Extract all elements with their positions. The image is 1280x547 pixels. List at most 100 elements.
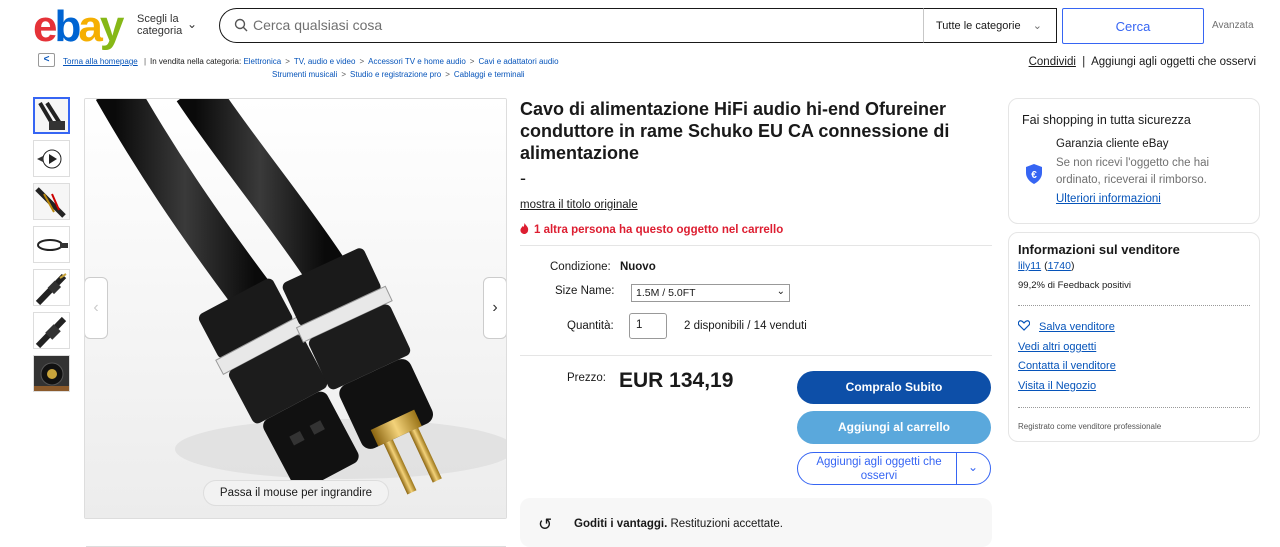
- dotted-divider: [1018, 407, 1250, 408]
- header: ebay Scegli la categoria ⌄ Tutte le cate…: [0, 0, 1280, 52]
- chevron-right-icon: >: [341, 70, 347, 79]
- search-input[interactable]: [253, 14, 893, 36]
- condition-row: Condizione: Nuovo: [550, 261, 656, 273]
- logo-letter: y: [99, 2, 125, 51]
- safety-card-title: Fai shopping in tutta sicurezza: [1022, 113, 1191, 127]
- breadcrumb-line-2: Strumenti musicali > Studio e registrazion…: [272, 68, 525, 81]
- save-seller-row[interactable]: Salva venditore: [1018, 320, 1115, 333]
- button-divider: [956, 453, 957, 484]
- search-category-select[interactable]: Tutte le categorie ⌄: [923, 8, 1057, 43]
- logo-letter: b: [54, 2, 81, 51]
- contact-seller-link[interactable]: Contatta il venditore: [1018, 360, 1116, 372]
- search-button[interactable]: Cerca: [1062, 8, 1204, 44]
- breadcrumb-item[interactable]: Studio e registrazione pro: [350, 70, 441, 79]
- product-title: Cavo di alimentazione HiFi audio hi-end …: [520, 99, 950, 163]
- share-watch-links: Condividi | Aggiungi agli oggetti che os…: [1029, 56, 1256, 68]
- dotted-divider: [1018, 305, 1250, 306]
- chevron-down-icon: ⌄: [1032, 20, 1042, 32]
- shield-euro-icon: €: [1026, 164, 1042, 184]
- breadcrumb-item[interactable]: Cavi e adattatori audio: [478, 57, 558, 66]
- main-product-image[interactable]: ‹ › Passa il mouse per ingrandire: [84, 98, 507, 519]
- category-selector[interactable]: Scegli la categoria ⌄: [137, 13, 197, 37]
- search-category-value: Tutte le categorie: [936, 20, 1021, 32]
- power-cable-image: [85, 99, 506, 518]
- chevron-down-icon: ⌄: [776, 286, 785, 297]
- quantity-label: Quantità:: [567, 320, 614, 332]
- guarantee-desc: Se non ricevi l'oggetto che hai ordinato…: [1056, 157, 1210, 186]
- quantity-input[interactable]: 1: [629, 313, 667, 339]
- back-arrow-icon[interactable]: <: [38, 53, 55, 67]
- thumbnail-3[interactable]: [33, 183, 70, 220]
- chevron-down-icon[interactable]: ⌄: [968, 460, 978, 474]
- previous-image-button[interactable]: ‹: [85, 277, 108, 339]
- price-label: Prezzo:: [567, 372, 606, 384]
- availability-text: 2 disponibili / 14 venduti: [684, 320, 807, 332]
- thumbnail-7[interactable]: [33, 355, 70, 392]
- condition-label: Condizione:: [550, 261, 611, 273]
- cart-alert-text: 1 altra persona ha questo oggetto nel ca…: [534, 224, 784, 236]
- next-image-button[interactable]: ›: [483, 277, 506, 339]
- registered-note: Registrato come venditore professionale: [1018, 422, 1162, 431]
- visit-store-link[interactable]: Visita il Negozio: [1018, 380, 1096, 392]
- breadcrumb-item[interactable]: Cablaggi e terminali: [454, 70, 525, 79]
- size-select[interactable]: 1.5M / 5.0FT ⌄: [631, 284, 790, 302]
- add-to-watchlist-label: Aggiungi agli oggetti che osservi: [816, 456, 942, 482]
- breadcrumb-item[interactable]: Accessori TV e home audio: [368, 57, 466, 66]
- seller-score-link[interactable]: 1740: [1048, 260, 1071, 272]
- thumbnail-1[interactable]: [33, 97, 70, 134]
- guarantee-title: Garanzia cliente eBay: [1056, 138, 1169, 150]
- more-info-link[interactable]: Ulteriori informazioni: [1056, 193, 1161, 205]
- buy-now-button[interactable]: Compralo Subito: [797, 371, 991, 404]
- return-arrow-icon: ↺: [538, 515, 553, 534]
- returns-banner: ↺ Goditi i vantaggi. Restituzioni accett…: [520, 498, 992, 547]
- save-seller-link[interactable]: Salva venditore: [1039, 321, 1115, 333]
- breadcrumb-prefix: In vendita nella categoria:: [150, 57, 242, 66]
- see-other-items-link[interactable]: Vedi altri oggetti: [1018, 341, 1096, 353]
- divider: [520, 245, 992, 246]
- thumbnail-strip: [33, 97, 71, 398]
- divider: [520, 355, 992, 356]
- condition-value: Nuovo: [619, 261, 656, 273]
- seller-card-title: Informazioni sul venditore: [1018, 242, 1180, 257]
- add-to-watchlist-button[interactable]: Aggiungi agli oggetti che osservi ⌄: [797, 452, 991, 485]
- ebay-logo[interactable]: ebay: [33, 5, 124, 49]
- seller-name-row: lily11 (1740): [1018, 260, 1074, 272]
- watch-link[interactable]: Aggiungi agli oggetti che osservi: [1091, 56, 1256, 68]
- feedback-percent: 99,2% di Feedback positivi: [1018, 280, 1132, 291]
- chevron-right-icon: >: [359, 57, 365, 66]
- price-value: EUR 134,19: [619, 369, 734, 392]
- zoom-hint: Passa il mouse per ingrandire: [203, 480, 389, 506]
- returns-text: Goditi i vantaggi. Restituzioni accettat…: [574, 518, 783, 530]
- seller-info-card: Informazioni sul venditore lily11 (1740)…: [1008, 232, 1260, 442]
- logo-letter: a: [78, 2, 103, 51]
- thumbnail-4[interactable]: [33, 226, 70, 263]
- paren: ): [1070, 260, 1075, 272]
- svg-text:€: €: [1031, 170, 1037, 181]
- title-dash: -: [520, 168, 526, 188]
- breadcrumb-item[interactable]: Strumenti musicali: [272, 70, 337, 79]
- video-thumbnail[interactable]: [33, 140, 70, 177]
- breadcrumb-item[interactable]: Elettronica: [243, 57, 281, 66]
- fire-icon: [520, 223, 529, 234]
- separator: |: [1079, 56, 1089, 68]
- search-box[interactable]: [219, 8, 923, 43]
- share-link[interactable]: Condividi: [1029, 56, 1076, 68]
- returns-desc: Restituzioni accettate.: [670, 518, 783, 530]
- seller-name-link[interactable]: lily11: [1018, 260, 1041, 272]
- advanced-search-link[interactable]: Avanzata: [1212, 20, 1254, 31]
- thumbnail-5[interactable]: [33, 269, 70, 306]
- cart-alert: 1 altra persona ha questo oggetto nel ca…: [520, 223, 783, 236]
- category-selector-label: Scegli la categoria: [137, 13, 183, 37]
- heart-icon: [1018, 320, 1030, 331]
- breadcrumb: Torna alla homepage | In vendita nella ca…: [63, 55, 763, 79]
- size-select-value: 1.5M / 5.0FT: [636, 287, 696, 299]
- add-to-cart-button[interactable]: Aggiungi al carrello: [797, 411, 991, 444]
- breadcrumb-item[interactable]: TV, audio e video: [294, 57, 356, 66]
- logo-letter: e: [33, 2, 58, 51]
- chevron-down-icon: ⌄: [187, 17, 198, 31]
- back-home-link[interactable]: Torna alla homepage: [63, 57, 138, 66]
- shopping-safety-card: Fai shopping in tutta sicurezza € Garanz…: [1008, 98, 1260, 224]
- thumbnail-6[interactable]: [33, 312, 70, 349]
- chevron-right-icon: >: [469, 57, 475, 66]
- show-original-title-link[interactable]: mostra il titolo originale: [520, 199, 638, 211]
